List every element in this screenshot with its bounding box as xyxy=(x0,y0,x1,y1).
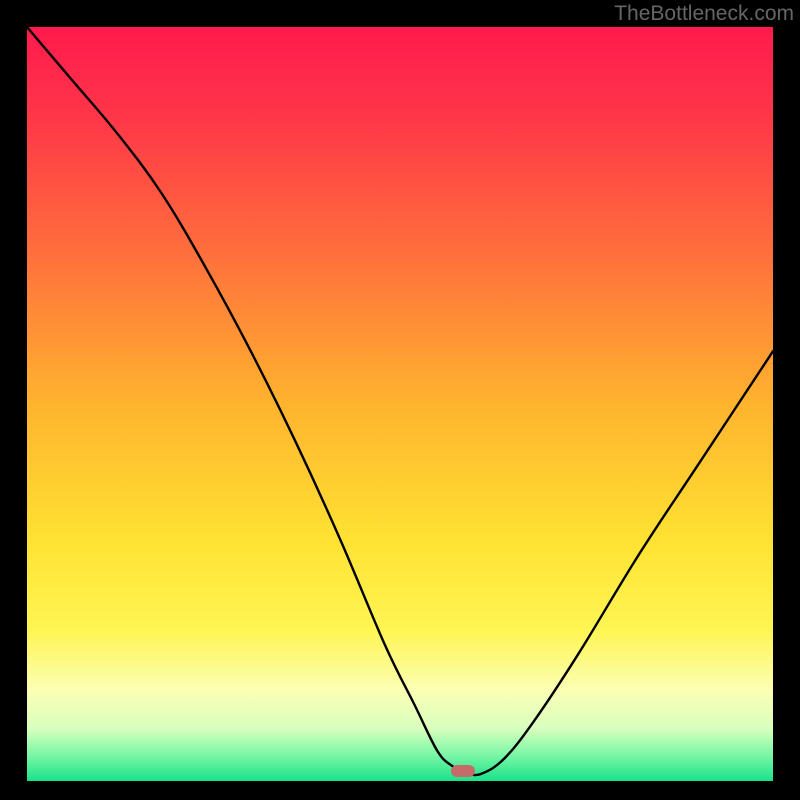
heat-gradient xyxy=(27,27,773,781)
chart-frame xyxy=(0,0,800,800)
optimal-marker xyxy=(451,765,475,777)
plot-area xyxy=(27,27,773,781)
